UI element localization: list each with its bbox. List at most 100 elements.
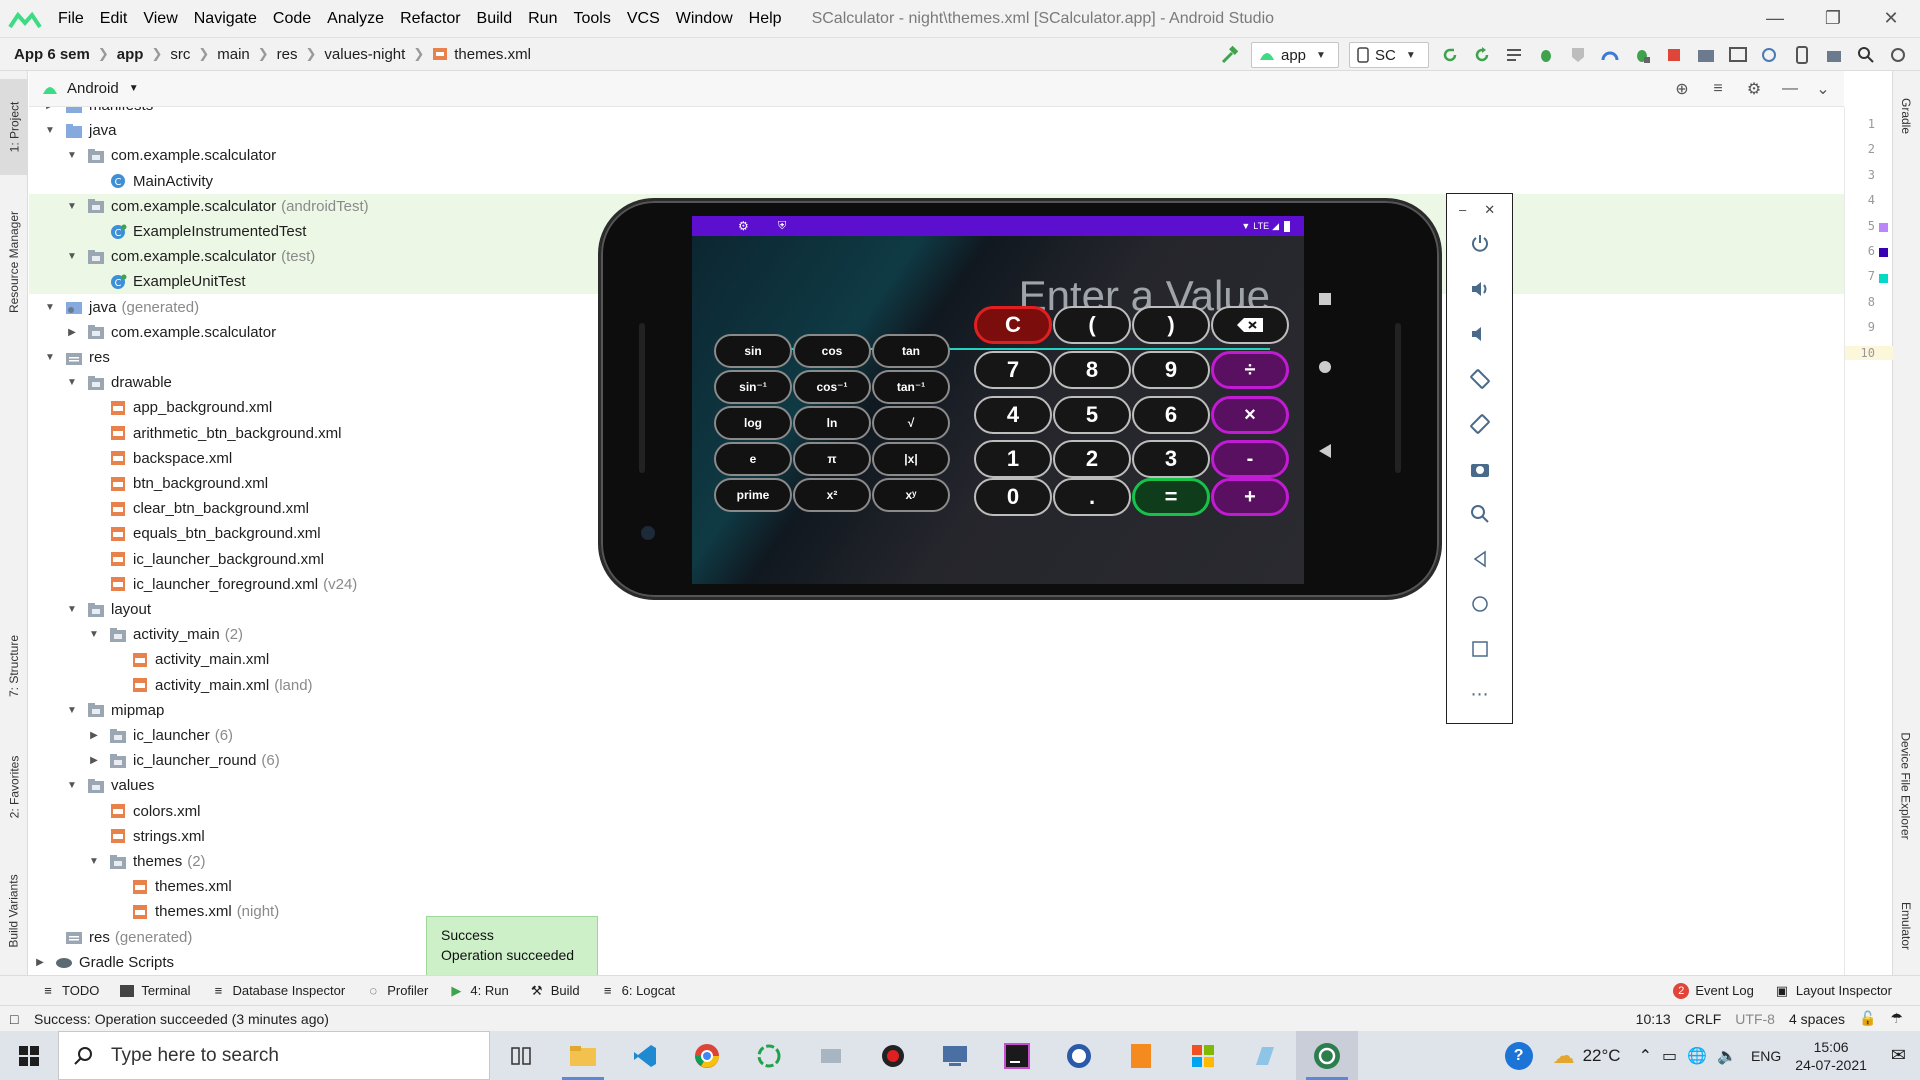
run-config-select[interactable]: app ▼ bbox=[1251, 42, 1339, 68]
menu-analyze[interactable]: Analyze bbox=[319, 10, 392, 28]
key-seven[interactable]: 7 bbox=[974, 351, 1052, 389]
tree-item[interactable]: res (generated) bbox=[29, 925, 1844, 950]
back-button[interactable] bbox=[1447, 548, 1512, 570]
tree-item[interactable]: ▶ Gradle Scripts bbox=[29, 950, 1844, 975]
color-swatch-icon[interactable] bbox=[1879, 223, 1888, 232]
emu-home-icon[interactable] bbox=[1319, 361, 1331, 373]
key-backspace[interactable] bbox=[1211, 306, 1289, 344]
chrome-icon[interactable] bbox=[676, 1031, 738, 1080]
clock[interactable]: 15:06 24-07-2021 bbox=[1795, 1038, 1867, 1074]
tree-item[interactable]: activity_main.xml (land) bbox=[29, 673, 1844, 698]
sci-key[interactable]: cos bbox=[793, 334, 871, 368]
success-notification[interactable]: Success Operation succeeded bbox=[426, 916, 598, 976]
temperature[interactable]: 22°C bbox=[1583, 1046, 1621, 1066]
tree-item[interactable]: themes.xml (night) bbox=[29, 899, 1844, 924]
emu-back-icon[interactable] bbox=[1319, 444, 1331, 458]
chevron-down-icon[interactable]: ▼ bbox=[65, 705, 79, 716]
minimize-icon[interactable]: — bbox=[1746, 0, 1804, 37]
key-two[interactable]: 2 bbox=[1053, 440, 1131, 478]
sci-key[interactable]: |x| bbox=[872, 442, 950, 476]
menu-edit[interactable]: Edit bbox=[92, 10, 136, 28]
vscode-icon[interactable] bbox=[614, 1031, 676, 1080]
device-manager-icon[interactable] bbox=[1791, 44, 1813, 66]
crumb-res[interactable]: res bbox=[277, 46, 298, 63]
menu-window[interactable]: Window bbox=[668, 10, 741, 28]
tree-item[interactable]: ▼ java bbox=[29, 118, 1844, 143]
rerun-icon[interactable] bbox=[1439, 44, 1461, 66]
screenshot-button[interactable] bbox=[1447, 458, 1512, 480]
key-zero[interactable]: 0 bbox=[974, 478, 1052, 516]
notepad-app-icon[interactable] bbox=[1234, 1031, 1296, 1080]
chevron-right-icon[interactable]: ▶ bbox=[65, 327, 79, 338]
project-view-select[interactable]: Android ▼ bbox=[41, 80, 139, 97]
minimize-icon[interactable]: – bbox=[1459, 202, 1466, 218]
key-three[interactable]: 3 bbox=[1132, 440, 1210, 478]
sdk-manager-icon[interactable] bbox=[1823, 44, 1845, 66]
zoom-button[interactable] bbox=[1447, 503, 1512, 525]
menu-file[interactable]: File bbox=[50, 10, 92, 28]
input-language[interactable]: ENG bbox=[1751, 1048, 1781, 1064]
crumb-module[interactable]: app bbox=[117, 46, 144, 63]
gear-icon[interactable]: ⚙ bbox=[1736, 79, 1772, 99]
sync-gradle-icon[interactable] bbox=[1759, 44, 1781, 66]
restore-icon[interactable]: ❐ bbox=[1804, 0, 1862, 37]
tab-profiler[interactable]: ◌ Profiler bbox=[365, 983, 428, 998]
sci-key[interactable]: prime bbox=[714, 478, 792, 512]
tree-item[interactable]: colors.xml bbox=[29, 799, 1844, 824]
sci-key[interactable]: tan⁻¹ bbox=[872, 370, 950, 404]
caret-position[interactable]: 10:13 bbox=[1636, 1011, 1671, 1027]
sci-key[interactable]: ln bbox=[793, 406, 871, 440]
network-icon[interactable]: 🌐 bbox=[1687, 1046, 1707, 1066]
close-icon[interactable]: ✕ bbox=[1484, 202, 1495, 218]
sci-key[interactable]: sin⁻¹ bbox=[714, 370, 792, 404]
tab-run[interactable]: ▶ 4: Run bbox=[448, 983, 508, 999]
chevron-down-icon[interactable]: ⌄ bbox=[1808, 79, 1838, 99]
volume-up-button[interactable] bbox=[1447, 278, 1512, 300]
tab-logcat[interactable]: ≡ 6: Logcat bbox=[600, 983, 675, 998]
chevron-down-icon[interactable]: ▼ bbox=[87, 629, 101, 640]
key-clear[interactable]: C bbox=[974, 306, 1052, 344]
sci-key[interactable]: π bbox=[793, 442, 871, 476]
apply-changes-icon[interactable] bbox=[1471, 44, 1493, 66]
sublime-icon[interactable] bbox=[1110, 1031, 1172, 1080]
crumb-file[interactable]: themes.xml bbox=[432, 46, 531, 63]
refresh-app-icon[interactable] bbox=[738, 1031, 800, 1080]
crumb-main[interactable]: main bbox=[217, 46, 250, 63]
emu-square-icon[interactable] bbox=[1319, 293, 1331, 305]
key-open-paren[interactable]: ( bbox=[1053, 306, 1131, 344]
tab-favorites[interactable]: 2: Favorites bbox=[0, 727, 28, 847]
tree-item[interactable]: ▼ mipmap bbox=[29, 698, 1844, 723]
key-dot[interactable]: . bbox=[1053, 478, 1131, 516]
close-icon[interactable]: ✕ bbox=[1862, 0, 1920, 37]
word-app-icon[interactable] bbox=[1048, 1031, 1110, 1080]
profile-icon[interactable] bbox=[1599, 44, 1621, 66]
settings-icon[interactable] bbox=[1887, 44, 1909, 66]
chevron-down-icon[interactable]: ▼ bbox=[65, 150, 79, 161]
menu-navigate[interactable]: Navigate bbox=[186, 10, 265, 28]
menu-tools[interactable]: Tools bbox=[565, 10, 618, 28]
record-app-icon[interactable] bbox=[862, 1031, 924, 1080]
key-eight[interactable]: 8 bbox=[1053, 351, 1131, 389]
file-encoding[interactable]: UTF-8 bbox=[1735, 1011, 1775, 1027]
key-one[interactable]: 1 bbox=[974, 440, 1052, 478]
crumb-project[interactable]: App 6 sem bbox=[14, 46, 90, 63]
chevron-down-icon[interactable]: ▼ bbox=[87, 856, 101, 867]
crumb-src[interactable]: src bbox=[170, 46, 190, 63]
volume-icon[interactable]: 🔈 bbox=[1717, 1046, 1737, 1066]
tree-item[interactable]: ▶ ic_launcher_round (6) bbox=[29, 748, 1844, 773]
sci-key[interactable]: sin bbox=[714, 334, 792, 368]
status-message[interactable]: Success: Operation succeeded (3 minutes … bbox=[34, 1011, 329, 1027]
sci-key[interactable]: tan bbox=[872, 334, 950, 368]
tab-layout-inspector[interactable]: ▣ Layout Inspector bbox=[1774, 983, 1892, 999]
chevron-right-icon[interactable]: ▶ bbox=[33, 957, 47, 968]
attach-debugger-icon[interactable] bbox=[1631, 44, 1653, 66]
hide-icon[interactable]: — bbox=[1772, 80, 1808, 98]
apply-code-changes-icon[interactable] bbox=[1503, 44, 1525, 66]
search-everywhere-icon[interactable] bbox=[1855, 44, 1877, 66]
tree-item[interactable]: ▼ com.example.scalculator bbox=[29, 143, 1844, 168]
tab-todo[interactable]: ≡ TODO bbox=[40, 983, 99, 998]
key-four[interactable]: 4 bbox=[974, 396, 1052, 434]
taskbar-search-input[interactable]: Type here to search bbox=[58, 1031, 490, 1080]
color-swatch-icon[interactable] bbox=[1879, 248, 1888, 258]
tab-gradle[interactable]: Gradle bbox=[1892, 81, 1920, 151]
